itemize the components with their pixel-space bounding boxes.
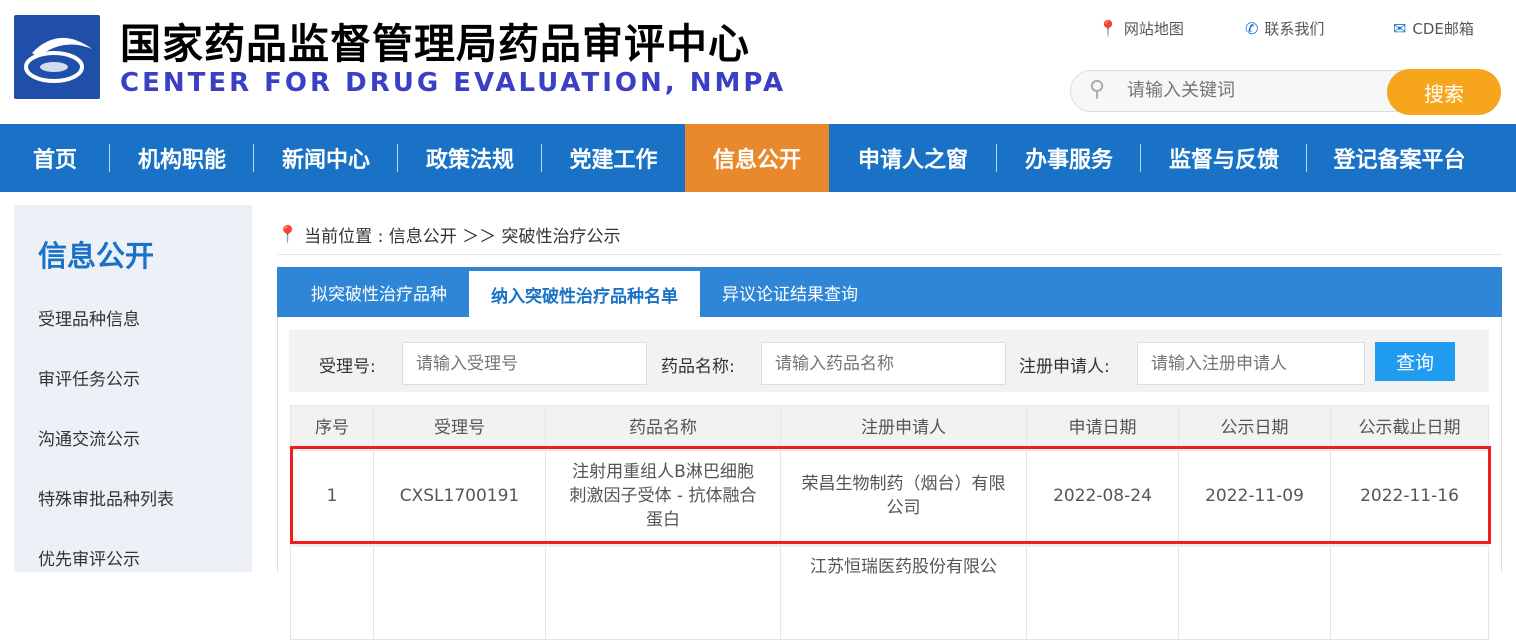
- tab-proposed[interactable]: 拟突破性治疗品种: [289, 267, 469, 317]
- col-header: 序号: [290, 405, 374, 448]
- applicant-input[interactable]: [1137, 342, 1365, 385]
- site-subtitle: CENTER FOR DRUG EVALUATION, NMPA: [120, 68, 787, 98]
- nav-registration[interactable]: 登记备案平台: [1307, 124, 1492, 192]
- search-button[interactable]: 搜索: [1387, 69, 1501, 115]
- cde-logo[interactable]: [14, 15, 100, 99]
- nav-news[interactable]: 新闻中心: [254, 124, 398, 192]
- sidebar: 信息公开 受理品种信息 审评任务公示 沟通交流公示 特殊审批品种列表 优先审评公…: [14, 205, 252, 572]
- breadcrumb: 📍 当前位置 : 信息公开 ＞＞ 突破性治疗公示: [277, 222, 621, 248]
- sidebar-item[interactable]: 特殊审批品种列表: [38, 485, 174, 510]
- sidebar-item[interactable]: 优先审评公示: [38, 545, 140, 570]
- sitemap-link[interactable]: 📍 网站地图: [1098, 18, 1184, 39]
- col-header: 公示日期: [1178, 405, 1331, 448]
- nav-applicant[interactable]: 申请人之窗: [829, 124, 997, 192]
- mail-icon: ✉: [1393, 19, 1407, 38]
- search-box: ⚲ 搜索: [1070, 69, 1501, 115]
- applicant-label: 注册申请人:: [1019, 357, 1110, 377]
- nav-services[interactable]: 办事服务: [997, 124, 1141, 192]
- main-nav: 首页 机构职能 新闻中心 政策法规 党建工作 信息公开 申请人之窗 办事服务 监…: [0, 124, 1516, 192]
- search-input[interactable]: [1127, 80, 1377, 101]
- col-header: 申请日期: [1026, 405, 1179, 448]
- breadcrumb-text: 当前位置 : 信息公开 ＞＞ 突破性治疗公示: [304, 227, 621, 247]
- contact-label: 联系我们: [1264, 20, 1325, 38]
- tab-objection[interactable]: 异议论证结果查询: [700, 267, 880, 317]
- nav-info-public[interactable]: 信息公开: [685, 124, 829, 192]
- location-pin-icon: 📍: [1098, 19, 1118, 38]
- filter-bar: 受理号: 药品名称: 注册申请人: 查询: [289, 330, 1489, 392]
- nav-policy[interactable]: 政策法规: [398, 124, 542, 192]
- accept-no-input[interactable]: [402, 342, 647, 385]
- search-icon: ⚲: [1089, 77, 1106, 102]
- nav-party[interactable]: 党建工作: [542, 124, 685, 192]
- location-pin-icon: 📍: [277, 224, 299, 245]
- sidebar-item[interactable]: 审评任务公示: [38, 365, 140, 390]
- mail-label: CDE邮箱: [1412, 20, 1474, 38]
- tab-bar: 拟突破性治疗品种 纳入突破性治疗品种名单 异议论证结果查询: [277, 267, 1502, 317]
- cell-applicant: 江苏恒瑞医药股份有限公: [780, 540, 1027, 640]
- divider: [277, 254, 1502, 255]
- accept-no-label: 受理号:: [319, 357, 376, 377]
- nav-feedback[interactable]: 监督与反馈: [1141, 124, 1307, 192]
- col-header: 公示截止日期: [1330, 405, 1489, 448]
- phone-icon: ✆: [1245, 19, 1259, 38]
- tab-included[interactable]: 纳入突破性治疗品种名单: [469, 271, 700, 317]
- table-row[interactable]: 江苏恒瑞医药股份有限公: [290, 540, 1489, 640]
- nav-home[interactable]: 首页: [0, 124, 110, 192]
- site-title: 国家药品监督管理局药品审评中心: [120, 20, 750, 68]
- row-highlight-box: [290, 446, 1491, 544]
- nav-functions[interactable]: 机构职能: [110, 124, 254, 192]
- table-header: 序号 受理号 药品名称 注册申请人 申请日期 公示日期 公示截止日期: [290, 405, 1489, 448]
- query-button[interactable]: 查询: [1375, 342, 1455, 381]
- col-header: 受理号: [373, 405, 546, 448]
- sidebar-item[interactable]: 受理品种信息: [38, 305, 140, 330]
- contact-link[interactable]: ✆ 联系我们: [1245, 18, 1324, 39]
- col-header: 注册申请人: [780, 405, 1027, 448]
- sitemap-label: 网站地图: [1123, 20, 1184, 38]
- mail-link[interactable]: ✉ CDE邮箱: [1393, 18, 1474, 39]
- sidebar-title: 信息公开: [38, 239, 155, 273]
- col-header: 药品名称: [545, 405, 781, 448]
- drug-name-input[interactable]: [761, 342, 1006, 385]
- drug-name-label: 药品名称:: [661, 357, 735, 377]
- sidebar-item[interactable]: 沟通交流公示: [38, 425, 140, 450]
